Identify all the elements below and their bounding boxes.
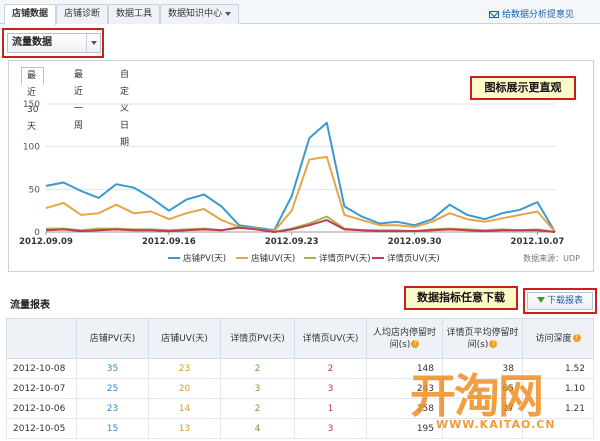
report-title: 流量报表 — [10, 300, 50, 311]
cell-detail-pv: 4 — [220, 418, 295, 439]
cell-shop-pv: 23 — [76, 398, 149, 419]
legend-label: 店铺PV(天) — [183, 253, 226, 264]
download-report-button[interactable]: 下载报表 — [527, 292, 593, 310]
cell-shop-pv: 35 — [76, 358, 149, 379]
cell-shop-uv: 23 — [148, 358, 221, 379]
y-tick-label: 50 — [29, 185, 41, 195]
cell-detail-uv: 2 — [294, 358, 367, 379]
cell-detail-uv: 1 — [294, 398, 367, 419]
chart-annotation: 图标展示更直观 — [470, 76, 576, 100]
x-tick-label: 2012.10.07 — [511, 237, 565, 247]
help-icon[interactable]: ? — [572, 334, 581, 342]
download-arrow-icon — [536, 297, 545, 303]
col-shop-pv[interactable]: 店铺PV(天) — [76, 318, 149, 359]
col-detail-pv[interactable]: 详情页PV(天) — [220, 318, 295, 359]
chart-source: 数据来源：UDP — [523, 253, 580, 263]
y-tick-label: 100 — [23, 143, 40, 153]
col-date — [6, 318, 77, 359]
col-detail-uv[interactable]: 详情页UV(天) — [294, 318, 367, 359]
table-header-row: 店铺PV(天) 店铺UV(天) 详情页PV(天) 详情页UV(天) 人均店内停留… — [6, 318, 594, 359]
download-highlight: 下载报表 — [523, 288, 597, 314]
col-avg-stay[interactable]: 人均店内停留时间(s)? — [366, 318, 443, 359]
cell-detail-pv: 2 — [220, 398, 295, 419]
cell-date: 2012-10-06 — [6, 398, 77, 419]
cell-shop-uv: 14 — [148, 398, 221, 419]
cell-shop-uv: 13 — [148, 418, 221, 439]
cell-date: 2012-10-05 — [6, 418, 77, 439]
cell-detail-uv: 3 — [294, 378, 367, 399]
series-line — [45, 121, 556, 233]
cell-shop-uv: 20 — [148, 378, 221, 399]
legend-label: 店铺UV(天) — [251, 253, 295, 264]
cell-detail-pv: 2 — [220, 358, 295, 379]
help-icon[interactable]: ? — [489, 340, 498, 348]
cell-detail-pv: 3 — [220, 378, 295, 399]
traffic-line-chart: 0501001502012.09.09 2012.09.16 2012.09.23 2… — [19, 100, 580, 264]
cell-date: 2012-10-07 — [6, 378, 77, 399]
legend-label: 详情页UV(天) — [387, 253, 440, 264]
col-detail-stay[interactable]: 详情页平均停留时间(s)? — [442, 318, 523, 359]
x-tick-label: 2012.09.30 — [388, 237, 442, 247]
col-shop-uv[interactable]: 店铺UV(天) — [148, 318, 221, 359]
download-annotation: 数据指标任意下载 — [404, 286, 518, 310]
x-tick-label: 2012.09.16 — [142, 237, 196, 247]
help-icon[interactable]: ? — [411, 340, 420, 348]
col-depth[interactable]: 访问深度? — [522, 318, 594, 359]
cell-date: 2012-10-08 — [6, 358, 77, 379]
cell-shop-pv: 25 — [76, 378, 149, 399]
watermark-url: WWW.KAITAO.CN — [436, 418, 556, 431]
watermark-logo: 开淘网 — [410, 369, 544, 423]
legend-label: 详情页PV(天) — [319, 253, 371, 264]
x-tick-label: 2012.09.09 — [19, 237, 73, 247]
x-tick-label: 2012.09.23 — [265, 237, 319, 247]
cell-shop-pv: 15 — [76, 418, 149, 439]
cell-detail-uv: 3 — [294, 418, 367, 439]
y-tick-label: 150 — [23, 100, 40, 110]
